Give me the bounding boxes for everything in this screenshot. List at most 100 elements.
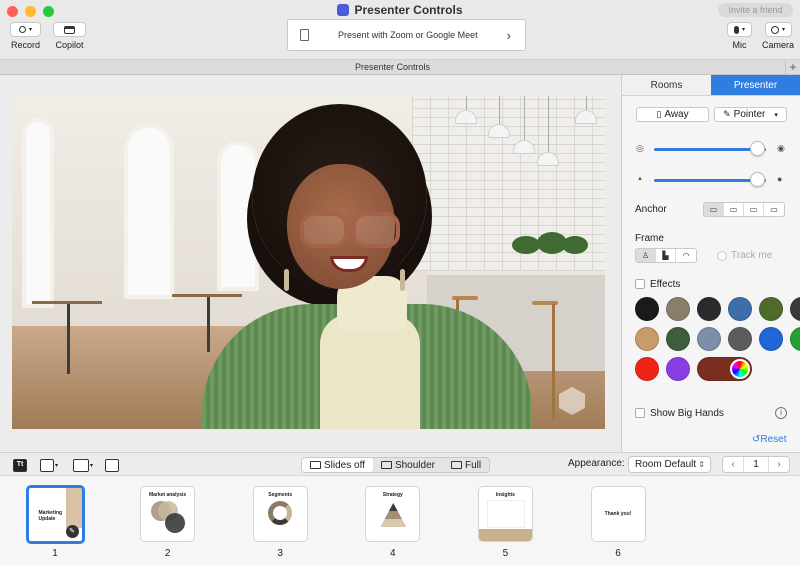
effect-swatch[interactable] (728, 297, 752, 321)
effects-checkbox[interactable] (635, 279, 645, 289)
pointer-label: Pointer (733, 109, 766, 120)
record-control[interactable]: ▾ (10, 22, 41, 37)
gear-icon (105, 458, 119, 472)
mic-control[interactable]: ▾ (727, 22, 752, 37)
mic-button[interactable]: ▾ Mic (727, 22, 752, 50)
invite-friend-button[interactable]: Invite a friend (718, 3, 793, 17)
track-me-radio[interactable] (717, 251, 727, 261)
slide-thumbnail[interactable]: Strategy (365, 486, 421, 542)
size-slider[interactable]: ▲ ● (634, 172, 791, 188)
frame-person-button[interactable]: ♙ (636, 249, 656, 262)
mic-label: Mic (732, 40, 747, 50)
layout-full-button[interactable]: Full (443, 458, 489, 472)
anchor-bottom-center-button[interactable]: ▭ (724, 203, 744, 216)
info-icon[interactable]: i (775, 407, 787, 419)
effect-swatch[interactable] (759, 297, 783, 321)
anchor-right-button[interactable]: ▭ (764, 203, 784, 216)
anchor-bottom-left-button[interactable]: ▭ (704, 203, 724, 216)
slide-title: Market analysis (148, 492, 187, 498)
copilot-control[interactable] (53, 22, 86, 37)
tab-presenter-controls[interactable]: Presenter Controls (0, 60, 785, 75)
opacity-slider-control[interactable]: ◎ ◉ (634, 141, 791, 157)
copilot-button[interactable]: Copilot (53, 22, 86, 50)
slide-thumbnail[interactable]: Insights (477, 486, 533, 542)
previous-slide-button[interactable]: ‹ (723, 457, 743, 472)
opacity-slider[interactable]: ◎ ◉ (634, 141, 791, 157)
slide-thumbnail[interactable]: Thank you! (590, 486, 646, 542)
effect-swatch[interactable] (790, 297, 800, 321)
image-icon (40, 458, 54, 472)
page-number-field[interactable]: 1 (743, 457, 769, 472)
chevron-down-icon: ▾ (774, 111, 778, 119)
slide-thumbnail[interactable]: Marketing Update ✎ (25, 485, 85, 544)
anchor-bottom-right-button[interactable]: ▭ (744, 203, 764, 216)
slide-title: Strategy (382, 492, 403, 498)
person-large-icon: ● (777, 174, 783, 184)
slide-donut-chart (267, 501, 292, 525)
add-media-button[interactable]: ▾ (40, 458, 58, 472)
chevron-down-icon: ▾ (90, 462, 94, 469)
glasses-lens (352, 212, 400, 248)
slide-number: 2 (164, 548, 171, 559)
camera-control[interactable]: ▾ (764, 22, 792, 37)
slide-thumbnail[interactable]: Segments (252, 486, 308, 542)
slide-number: 3 (277, 548, 283, 559)
screen-share-button[interactable]: ▾ (73, 458, 93, 472)
present-with-meeting-button[interactable]: Present with Zoom or Google Meet › (287, 19, 526, 51)
window-title-text: Presenter Controls (354, 3, 463, 17)
effect-swatch[interactable] (697, 327, 721, 351)
camera-button[interactable]: ▾ Camera (762, 22, 794, 50)
record-button[interactable]: ▾ Record (10, 22, 41, 50)
layout-slides-off-button[interactable]: Slides off (302, 458, 373, 472)
text-style-icon: Tt (13, 458, 27, 472)
anchor-selector: ▭ ▭ ▭ ▭ (703, 202, 785, 217)
next-slide-button[interactable]: › (769, 457, 789, 472)
slide-settings-button[interactable] (105, 458, 119, 472)
slide-title: Thank you! (604, 511, 632, 517)
effect-swatch[interactable] (728, 327, 752, 351)
tab-presenter-label: Presenter (733, 80, 778, 91)
glasses-lens (300, 212, 348, 248)
effect-swatch[interactable] (666, 327, 690, 351)
away-icon: ▯ (656, 109, 662, 119)
text-style-button[interactable]: Tt (13, 458, 27, 472)
appearance-select[interactable]: Room Default ⇕ (628, 456, 711, 473)
tab-rooms[interactable]: Rooms (622, 75, 711, 95)
add-tab-button[interactable]: + (785, 60, 800, 75)
camera-icon (770, 25, 779, 34)
effect-swatch[interactable] (666, 297, 690, 321)
size-slider-control[interactable]: ▲ ● (634, 172, 791, 188)
size-slider-knob[interactable] (749, 172, 765, 187)
frame-shape-button[interactable]: ▙ (656, 249, 676, 262)
slide-number: 1 (52, 548, 58, 559)
earring (400, 269, 405, 291)
slides-off-icon (310, 461, 321, 469)
frame-circle-button[interactable]: ◠ (676, 249, 696, 262)
chevron-down-icon: ▾ (28, 27, 32, 33)
slide-thumbnail[interactable]: Market analysis (140, 486, 196, 542)
app-logo-icon (337, 4, 350, 16)
opacity-slider-knob[interactable] (749, 141, 765, 156)
camera-preview[interactable] (12, 96, 605, 429)
pointer-dropdown[interactable]: ✎ Pointer ▾ (714, 107, 787, 122)
reset-button[interactable]: ↺Reset (752, 434, 787, 445)
color-wheel-icon (730, 359, 750, 379)
away-button[interactable]: ▯ Away (636, 107, 709, 122)
layout-switcher: Slides off Shoulder Full (301, 457, 491, 473)
layout-shoulder-button[interactable]: Shoulder (373, 458, 443, 472)
show-big-hands-checkbox[interactable] (635, 408, 645, 418)
effect-swatch[interactable] (759, 327, 783, 351)
background-window (22, 118, 54, 308)
edit-slide-icon[interactable]: ✎ (65, 525, 79, 538)
panel-tabs: Rooms Presenter (622, 75, 800, 96)
effect-swatch[interactable] (635, 297, 659, 321)
effect-swatch[interactable] (697, 297, 721, 321)
effect-swatch[interactable] (666, 357, 690, 381)
effect-swatch[interactable] (790, 327, 800, 351)
effect-swatch[interactable] (635, 327, 659, 351)
custom-color-swatch[interactable] (697, 357, 752, 381)
tab-presenter[interactable]: Presenter (711, 75, 800, 95)
reset-label: Reset (760, 434, 787, 445)
effect-swatch[interactable] (635, 357, 659, 381)
full-label: Full (464, 459, 482, 471)
